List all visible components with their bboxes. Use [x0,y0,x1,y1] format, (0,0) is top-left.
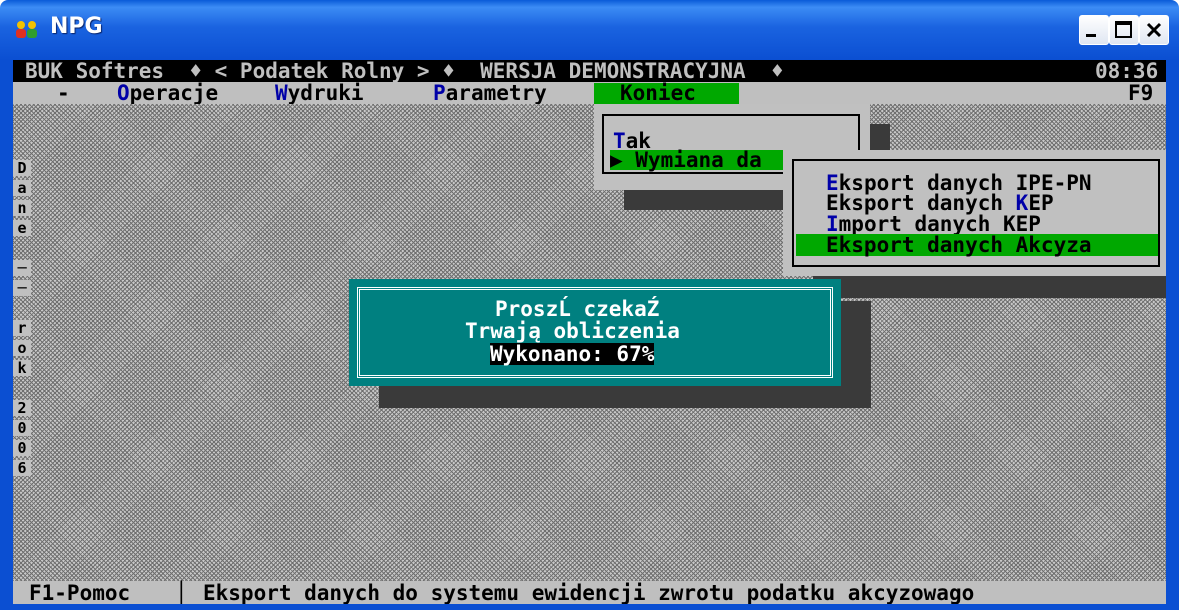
minimize-icon [1086,34,1096,37]
close-button[interactable] [1139,15,1169,45]
submenu-option-kep-export[interactable]: Eksport danych KEP [826,192,1054,214]
dropdown-shadow [624,190,784,210]
sidebar-char: e [13,220,31,236]
menu-item-operacje[interactable]: Operacje [117,82,218,104]
menu-hotkey: W [275,81,288,105]
dos-console: BUK Softres ♦ < Podatek Rolny > ♦ WERSJA… [13,60,1166,604]
menu-item-label: arametry [445,81,547,105]
people-icon [16,21,37,38]
dialog-line-calculating: Trwają obliczenia [465,319,680,343]
menu-item-wydruki[interactable]: Wydruki [275,82,364,104]
sidebar-char: ─ [13,260,31,276]
menu-item-parametry[interactable]: Parametry [433,82,547,104]
menu-item-label: ydruki [287,81,364,105]
submenu-option-kep-import[interactable]: Import danych KEP [826,213,1041,235]
sidebar-char: k [13,360,31,376]
help-hint[interactable]: F1-Pomoc [29,582,130,604]
window-title: NPG [50,14,103,39]
maximize-button[interactable] [1109,15,1139,45]
menu-bar: - Operacje Wydruki Parametry F9 [13,82,1166,104]
dialog-line-wait: ProszĹ czekaŹ [495,297,660,321]
header-bar: BUK Softres ♦ < Podatek Rolny > ♦ WERSJA… [13,60,1166,82]
sidebar-char: 2 [13,400,31,416]
window-frame-bottom [0,604,1179,610]
clock: 08:36 [1095,60,1159,83]
window-titlebar[interactable]: NPG [0,0,1179,60]
menu-option-label: ▶ Wymiana da [610,148,762,172]
maximize-icon [1115,21,1132,38]
application-window: NPG BUK Softres ♦ < Podatek Rolny > ♦ WE… [0,0,1179,610]
status-bar: F1-Pomoc │ Eksport danych do systemu ewi… [13,581,1166,604]
header-title: BUK Softres ♦ < Podatek Rolny > ♦ WERSJA… [25,60,784,83]
sidebar-char: D [13,160,31,176]
status-message: Eksport danych do systemu ewidencji zwro… [203,581,975,604]
menu-item-koniec[interactable]: Koniec [594,81,739,105]
progress-text: Wykonano: 67% [490,342,655,366]
sidebar-char [13,300,31,316]
sidebar-char [13,240,31,256]
sidebar-char [13,380,31,396]
minimize-button[interactable] [1079,15,1109,45]
menu-item-label: peracje [129,81,219,105]
sidebar-char: ─ [13,280,31,296]
menu-hotkey: P [433,81,446,105]
sidebar-char: 0 [13,440,31,456]
menu-fkey-hint: F9 [1128,81,1154,105]
sidebar-char: a [13,180,31,196]
submenu-option-label: Eksport danych Akcyza [826,233,1092,257]
window-frame-right [1166,60,1179,610]
sidebar-char: o [13,340,31,356]
close-icon [1146,22,1162,38]
dialog-shadow [841,301,871,408]
menu-item-label: Koniec [620,81,696,105]
dialog-shadow [379,386,871,408]
menu-hotkey: O [117,81,130,105]
sidebar-char: r [13,320,31,336]
menu-option-wymiana[interactable]: ▶ Wymiana da [610,148,795,172]
window-frame-left [0,60,13,610]
sidebar-char: n [13,200,31,216]
sidebar-char: 6 [13,460,31,476]
status-separator: │ [175,581,188,604]
submenu-shadow [813,276,1166,298]
sidebar-char: 0 [13,420,31,436]
submenu-option-akcyza[interactable]: Eksport danych Akcyza [796,234,1158,256]
menu-dash: - [57,81,70,105]
